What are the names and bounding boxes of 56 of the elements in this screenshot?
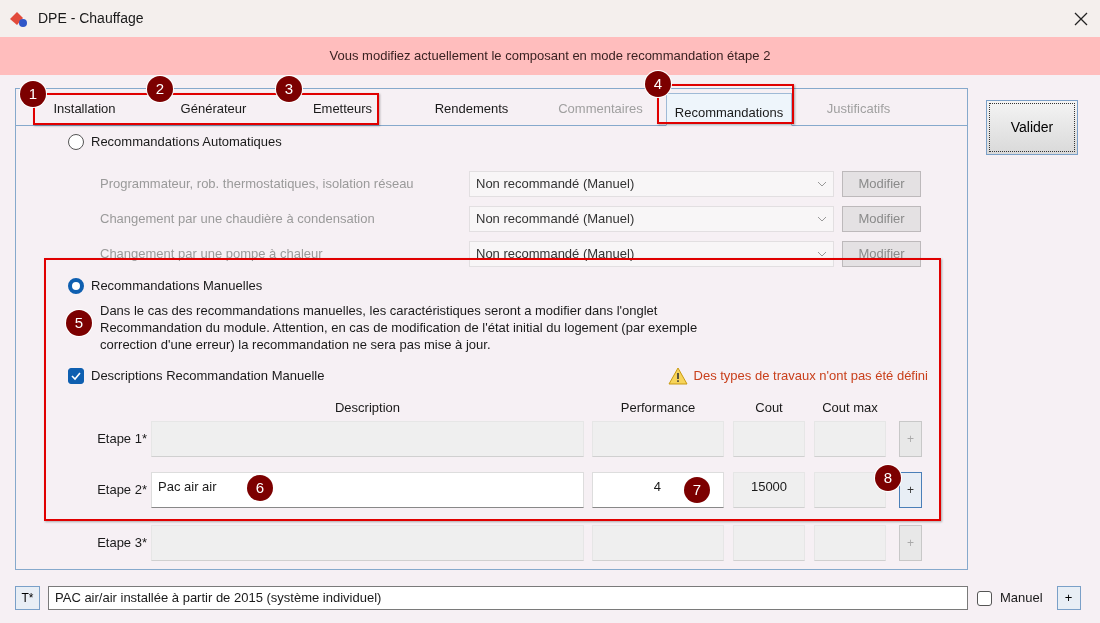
option-label: Programmateur, rob. thermostatiques, isolation réseau [100, 174, 415, 193]
callout-number: 3 [276, 76, 302, 102]
window-title: DPE - Chauffage [38, 9, 144, 28]
dropdown[interactable]: Non recommandé (Manuel) [469, 240, 834, 267]
radio-button[interactable] [68, 134, 84, 150]
option-label: Changement par une chaudière à condensation [100, 209, 376, 228]
dropdown[interactable]: Non recommandé (Manuel) [469, 205, 834, 232]
instruction-paragraph: Dans le cas des recommandations manuelles, les caractéristiques seront a modifier dans l'onglet Recommandation du module. Attention, en cas de modification de l'état initial du logement (par exemple correction d'une erreur) la recommandation ne sera pas mise à jour. [100, 302, 699, 353]
radio-label: Recommandations Manuelles [91, 277, 263, 296]
checkbox[interactable] [68, 368, 84, 384]
row-label: Etape 2* [96, 481, 148, 500]
chevron-down-icon [817, 250, 827, 257]
cost-field: 15000 [733, 472, 805, 508]
row-label: Etape 1* [96, 430, 148, 449]
tab[interactable]: Générateur [180, 101, 247, 117]
callout-number: 5 [66, 310, 92, 336]
validate-button[interactable]: Valider [986, 100, 1078, 155]
tab[interactable]: Rendements [434, 101, 509, 117]
column-header: Performance [619, 399, 697, 418]
cost-field [733, 525, 805, 561]
column-header: Cout max [821, 399, 879, 418]
option-label: Changement par une pompe à chaleur [100, 244, 324, 263]
tab[interactable]: Installation [53, 101, 116, 117]
text-field[interactable]: PAC air/air installée à partir de 2015 (système individuel) [48, 586, 968, 610]
tab[interactable]: Emetteurs [312, 101, 373, 117]
max-cost-field [814, 525, 886, 561]
warning-text: Des types de travaux n'ont pas été défini [693, 367, 928, 386]
column-header: Cout [754, 399, 784, 418]
cost-field [733, 421, 805, 457]
performance-field[interactable] [592, 421, 724, 457]
close-icon[interactable] [1074, 11, 1088, 26]
warning-icon [667, 367, 688, 385]
add-button[interactable]: + [1056, 586, 1081, 610]
performance-field[interactable] [592, 525, 724, 561]
callout-number: 4 [645, 71, 671, 97]
radio-label: Recommandations Automatiques [91, 133, 282, 152]
radio-button[interactable] [68, 278, 84, 294]
row-label: Etape 3* [96, 534, 148, 553]
type-button[interactable]: T* [15, 586, 40, 610]
callout-number: 8 [875, 465, 901, 491]
mode-banner-text: Vous modifiez actuellement le composant en mode recommandation étape 2 [329, 47, 771, 66]
callout-number: 1 [20, 81, 46, 107]
checkbox-label: Manuel [1000, 589, 1043, 608]
dropdown[interactable]: Non recommandé (Manuel) [469, 170, 834, 197]
add-button[interactable]: + [899, 472, 922, 508]
tab[interactable]: Recommandations [666, 93, 792, 126]
callout-number: 6 [247, 475, 273, 501]
max-cost-field [814, 421, 886, 457]
callout-number: 7 [684, 477, 710, 503]
max-cost-field [814, 472, 886, 508]
checkbox[interactable] [977, 590, 992, 606]
column-header: Description [334, 399, 401, 418]
chevron-down-icon [817, 215, 827, 222]
chevron-down-icon [817, 180, 827, 187]
callout-number: 2 [147, 76, 173, 102]
checkbox-label: Descriptions Recommandation Manuelle [91, 367, 325, 386]
